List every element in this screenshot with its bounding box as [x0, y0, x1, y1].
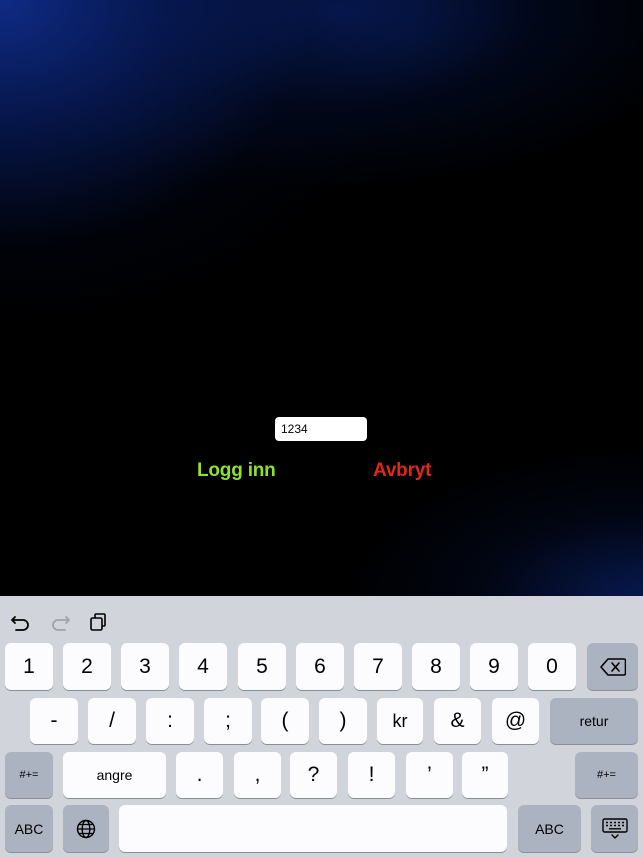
keyboard-dismiss-icon [601, 817, 628, 839]
key-colon[interactable]: : [146, 698, 194, 744]
key-semicolon[interactable]: ; [204, 698, 252, 744]
symbols-key-right[interactable]: #+= [575, 752, 638, 798]
key-ampersand[interactable]: & [434, 698, 481, 744]
undo-icon[interactable] [9, 611, 33, 633]
globe-icon [76, 819, 96, 838]
key-period[interactable]: . [176, 752, 223, 798]
key-dash[interactable]: - [30, 698, 78, 744]
key-6[interactable]: 6 [296, 643, 344, 690]
return-key[interactable]: retur [550, 698, 638, 744]
key-5[interactable]: 5 [238, 643, 286, 690]
key-exclamation[interactable]: ! [348, 752, 395, 798]
key-apostrophe[interactable]: ’ [406, 752, 453, 798]
symbols-key-left[interactable]: #+= [5, 752, 53, 798]
key-slash[interactable]: / [88, 698, 136, 744]
abc-key-left[interactable]: ABC [5, 805, 53, 852]
key-quote[interactable]: ” [462, 752, 508, 798]
key-0[interactable]: 0 [528, 643, 576, 690]
key-open-paren[interactable]: ( [261, 698, 309, 744]
background [0, 0, 643, 596]
space-key[interactable] [119, 805, 507, 852]
key-2[interactable]: 2 [63, 643, 111, 690]
key-kr[interactable]: kr [377, 698, 423, 744]
globe-key[interactable] [63, 805, 109, 852]
key-1[interactable]: 1 [5, 643, 53, 690]
redo-icon[interactable] [48, 611, 72, 633]
key-comma[interactable]: , [234, 752, 281, 798]
key-8[interactable]: 8 [412, 643, 460, 690]
abc-key-right[interactable]: ABC [518, 805, 581, 852]
key-9[interactable]: 9 [470, 643, 518, 690]
backspace-key[interactable] [587, 643, 638, 690]
dismiss-keyboard-key[interactable] [591, 805, 638, 852]
key-close-paren[interactable]: ) [319, 698, 367, 744]
key-at[interactable]: @ [492, 698, 539, 744]
key-question[interactable]: ? [290, 752, 337, 798]
undo-key[interactable]: angre [63, 752, 166, 798]
key-7[interactable]: 7 [354, 643, 402, 690]
backspace-icon [599, 657, 626, 676]
pin-input[interactable] [275, 417, 367, 441]
login-button[interactable]: Logg inn [197, 460, 276, 482]
key-4[interactable]: 4 [179, 643, 227, 690]
key-3[interactable]: 3 [121, 643, 169, 690]
cancel-button[interactable]: Avbryt [373, 460, 431, 482]
clipboard-icon[interactable] [86, 611, 110, 633]
